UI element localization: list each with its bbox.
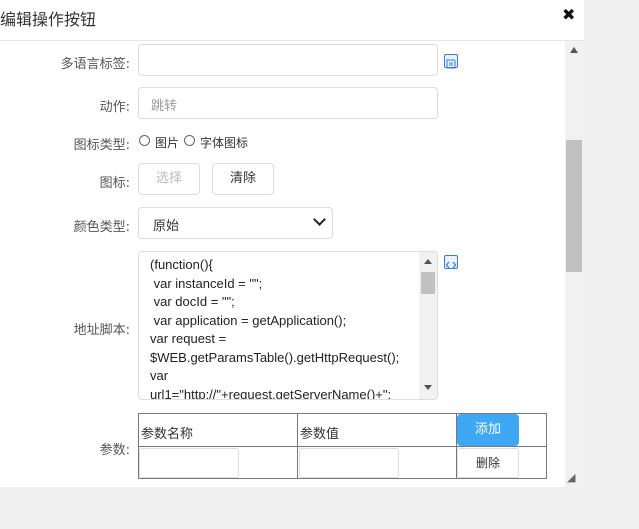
action-label: 动作: (99, 100, 130, 115)
param-value-input[interactable] (299, 448, 399, 478)
dialog-scrollbar[interactable] (565, 41, 584, 487)
icon-label: 图标: (99, 176, 130, 191)
icon-clear-button[interactable]: 清除 (212, 163, 274, 195)
icon-type-font-label: 字体图标 (200, 136, 249, 150)
icon-type-image-radio[interactable] (139, 135, 150, 146)
color-type-label: 颜色类型: (73, 220, 130, 235)
icon-type-label: 图标类型: (73, 138, 130, 153)
script-textarea[interactable]: (function(){ var instanceId = ""; var do… (138, 251, 438, 400)
i18n-label: 多语言标签: (60, 57, 130, 72)
edit-note-icon[interactable] (444, 54, 458, 69)
color-type-value: 原始 (153, 219, 180, 234)
resize-grip-icon[interactable]: ◢ (567, 472, 579, 484)
script-label: 地址脚本: (73, 323, 130, 338)
scroll-up-arrow-icon[interactable] (424, 259, 432, 264)
delete-param-button[interactable]: 删除 (457, 448, 519, 478)
param-name-header: 参数名称 (141, 427, 194, 442)
dialog-scroll-thumb[interactable] (566, 140, 582, 272)
add-param-button[interactable]: 添加 (457, 414, 519, 446)
action-placeholder: 跳转 (151, 99, 178, 114)
param-name-input[interactable] (139, 448, 239, 478)
script-scrollbar[interactable] (419, 252, 437, 399)
param-value-header: 参数值 (300, 427, 340, 442)
scroll-down-arrow-icon[interactable] (424, 385, 432, 390)
script-text: (function(){ var instanceId = ""; var do… (150, 257, 400, 400)
icon-type-image-label: 图片 (155, 136, 180, 150)
icon-type-font-radio[interactable] (184, 135, 195, 146)
action-input[interactable]: 跳转 (138, 87, 438, 119)
icon-select-button[interactable]: 选择 (138, 163, 200, 195)
dialog-body: 多语言标签: 动作: 跳转 图标类型: 图片 字体图标 图标: 选择 清除 颜色… (0, 41, 565, 487)
dialog-header: 编辑操作按钮 ✖ (0, 0, 584, 41)
scroll-up-arrow-icon[interactable] (570, 47, 578, 53)
params-table: 参数名称 参数值 添加 删除 (138, 413, 547, 479)
params-label: 参数: (99, 443, 130, 458)
edit-action-button-dialog: 编辑操作按钮 ✖ 多语言标签: 动作: 跳转 图标类型: 图片 字体图标 图标:… (0, 0, 584, 487)
close-icon[interactable]: ✖ (562, 5, 575, 24)
scroll-thumb[interactable] (421, 272, 435, 294)
i18n-input[interactable] (138, 44, 438, 76)
chevron-down-icon (313, 213, 326, 226)
dialog-title: 编辑操作按钮 (0, 10, 97, 29)
code-edit-icon[interactable] (444, 255, 458, 269)
color-type-select[interactable]: 原始 (138, 207, 333, 239)
